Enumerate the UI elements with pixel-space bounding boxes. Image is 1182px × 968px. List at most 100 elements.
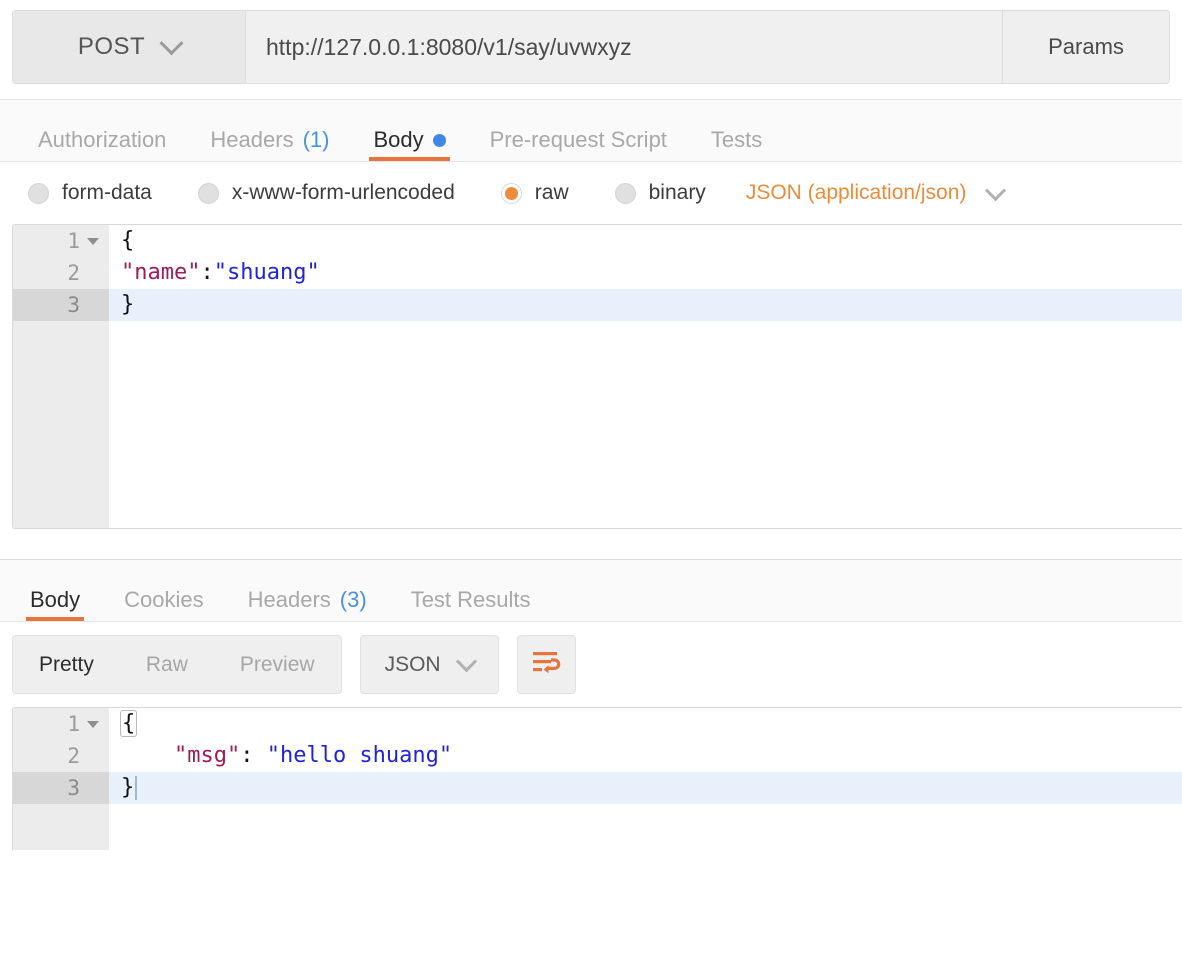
code-text: "name":"shuang" [109, 257, 1182, 289]
code-token: } [121, 775, 134, 800]
tab-label: Pre-request Script [490, 129, 667, 151]
content-type-label: JSON (application/json) [746, 181, 967, 205]
content-type-selector[interactable]: JSON (application/json) [746, 181, 1004, 205]
code-line[interactable]: 1{ [13, 708, 1182, 740]
code-token: { [121, 228, 134, 253]
code-token: : [240, 743, 267, 768]
code-token: "hello shuang" [267, 743, 452, 768]
text-cursor [135, 776, 137, 800]
request-tab-tests[interactable]: Tests [689, 129, 784, 161]
code-line[interactable]: 3} [13, 772, 1182, 804]
code-token: { [121, 711, 136, 736]
line-number-gutter: 1 [13, 225, 109, 257]
line-number: 3 [67, 293, 80, 317]
line-number: 3 [67, 776, 80, 800]
code-line[interactable]: 3} [13, 289, 1182, 321]
url-bar: POST http://127.0.0.1:8080/v1/say/uvwxyz… [12, 10, 1170, 84]
response-format-label: JSON [385, 653, 441, 677]
body-type-binary[interactable]: binary [615, 181, 706, 205]
response-tab-bar: Body Cookies Headers (3) Test Results [0, 560, 1182, 622]
code-text: } [109, 772, 1182, 804]
radio-icon[interactable] [28, 183, 49, 204]
request-tab-pre-request-script[interactable]: Pre-request Script [468, 129, 689, 161]
pane-divider[interactable] [0, 529, 1182, 560]
http-method-selector[interactable]: POST [13, 11, 246, 83]
code-token: "name" [121, 260, 200, 285]
response-format-selector[interactable]: JSON [360, 635, 499, 694]
tab-label: Tests [711, 129, 762, 151]
radio-icon[interactable] [501, 183, 522, 204]
response-toolbar: PrettyRawPreview JSON [0, 622, 1182, 707]
tab-label: Headers [248, 589, 331, 611]
response-view-raw[interactable]: Raw [120, 636, 214, 693]
chevron-down-icon [455, 651, 476, 672]
body-type-label: x-www-form-urlencoded [232, 181, 455, 205]
response-code-lines: 1{2 "msg": "hello shuang"3} [13, 708, 1182, 804]
line-number-gutter: 2 [13, 740, 109, 772]
word-wrap-icon [531, 649, 561, 680]
body-type-label: form-data [62, 181, 152, 205]
line-number: 1 [67, 712, 80, 736]
tab-label: Body [373, 129, 423, 151]
code-line[interactable]: 1{ [13, 225, 1182, 257]
body-type-options: form-datax-www-form-urlencodedrawbinary … [0, 162, 1182, 224]
response-tab-headers[interactable]: Headers (3) [226, 589, 389, 621]
tab-label: Authorization [38, 129, 166, 151]
gutter-filler [13, 804, 109, 850]
tab-label: Cookies [124, 589, 203, 611]
code-token: : [200, 260, 213, 285]
fold-triangle-icon[interactable] [87, 721, 99, 728]
response-body-editor[interactable]: 1{2 "msg": "hello shuang"3} [12, 707, 1182, 850]
request-tab-bar: Authorization Headers (1) Body Pre-request S… [0, 100, 1182, 162]
fold-triangle-icon[interactable] [87, 238, 99, 245]
body-type-label: binary [649, 181, 706, 205]
body-type-raw[interactable]: raw [501, 181, 569, 205]
request-body-editor[interactable]: 1{2"name":"shuang"3} [12, 224, 1182, 529]
url-input[interactable]: http://127.0.0.1:8080/v1/say/uvwxyz [246, 11, 1002, 83]
request-code-lines: 1{2"name":"shuang"3} [13, 225, 1182, 321]
word-wrap-button[interactable] [517, 635, 576, 694]
http-method-label: POST [78, 33, 145, 61]
body-type-form-data[interactable]: form-data [28, 181, 152, 205]
radio-icon[interactable] [198, 183, 219, 204]
tab-label: Headers [210, 129, 293, 151]
chevron-down-icon [985, 180, 1006, 201]
request-tab-authorization[interactable]: Authorization [16, 129, 188, 161]
request-url-section: POST http://127.0.0.1:8080/v1/say/uvwxyz… [0, 0, 1182, 100]
line-number-gutter: 2 [13, 257, 109, 289]
code-text: { [109, 225, 1182, 257]
response-tab-body[interactable]: Body [8, 589, 102, 621]
code-text: "msg": "hello shuang" [109, 740, 1182, 772]
params-button[interactable]: Params [1002, 11, 1169, 83]
response-view-switcher: PrettyRawPreview [12, 635, 342, 694]
code-token: "shuang" [214, 260, 320, 285]
tab-label: Body [30, 589, 80, 611]
response-view-pretty[interactable]: Pretty [13, 636, 120, 693]
line-number: 2 [67, 744, 80, 768]
request-tab-body[interactable]: Body [351, 129, 467, 161]
code-line[interactable]: 2 "name":"shuang" [13, 257, 1182, 289]
line-number-gutter: 1 [13, 708, 109, 740]
body-present-dot-icon [433, 134, 446, 147]
line-number: 1 [67, 229, 80, 253]
line-number: 2 [67, 261, 80, 285]
body-type-x-www-form-urlencoded[interactable]: x-www-form-urlencoded [198, 181, 455, 205]
tab-label: Test Results [411, 589, 531, 611]
tab-count-badge: (1) [303, 129, 330, 151]
line-number-gutter: 3 [13, 289, 109, 321]
code-line[interactable]: 2 "msg": "hello shuang" [13, 740, 1182, 772]
response-view-preview[interactable]: Preview [214, 636, 341, 693]
request-tab-headers[interactable]: Headers (1) [188, 129, 351, 161]
chevron-down-icon [160, 31, 184, 55]
response-tab-test-results[interactable]: Test Results [389, 589, 553, 621]
code-text: { [109, 708, 1182, 740]
response-tab-cookies[interactable]: Cookies [102, 589, 225, 621]
body-type-label: raw [535, 181, 569, 205]
radio-icon[interactable] [615, 183, 636, 204]
code-text: } [109, 289, 1182, 321]
code-token: } [121, 292, 134, 317]
tab-count-badge: (3) [340, 589, 367, 611]
code-token: "msg" [121, 743, 240, 768]
line-number-gutter: 3 [13, 772, 109, 804]
gutter-filler [13, 321, 109, 528]
